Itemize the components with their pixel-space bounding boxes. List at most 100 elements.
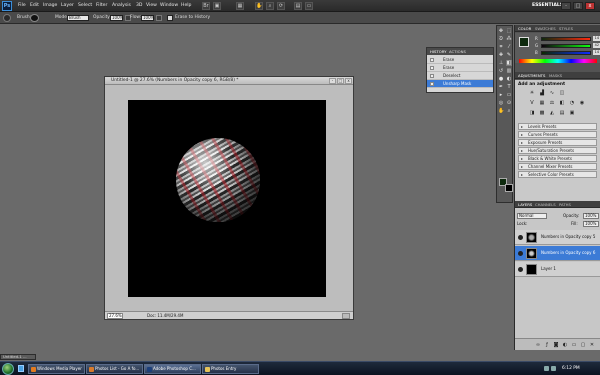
pen-tool-icon[interactable]: ✒ — [498, 84, 504, 90]
black-white-icon[interactable]: ◧ — [559, 100, 565, 106]
menu-select[interactable]: Select — [78, 2, 92, 10]
tab-styles[interactable]: STYLES — [559, 26, 573, 32]
new-group-icon[interactable]: ▭ — [571, 342, 577, 348]
history-brush-tool-icon[interactable]: ↺ — [498, 68, 504, 74]
hue-saturation-icon[interactable]: ▦ — [539, 100, 545, 106]
curves-presets[interactable]: ▸ Curves Presets — [518, 131, 597, 138]
doc-close-button[interactable]: x — [345, 78, 352, 84]
tab-paths[interactable]: PATHS — [559, 202, 571, 208]
trash-icon[interactable]: ✕ — [589, 342, 595, 348]
color-panel-fg-swatch[interactable] — [519, 37, 529, 47]
tray-network-icon[interactable] — [544, 366, 549, 371]
status-arrow-icon[interactable] — [342, 313, 350, 319]
brush-preset-picker[interactable] — [30, 14, 39, 22]
lasso-tool-icon[interactable]: ᘐ — [498, 36, 504, 42]
menu-file[interactable]: File — [18, 2, 26, 10]
curves-icon[interactable]: ∿ — [549, 90, 555, 96]
flow-field[interactable]: 100% — [141, 15, 154, 21]
blur-tool-icon[interactable]: ● — [498, 76, 504, 82]
tab-masks[interactable]: MASKS — [549, 73, 562, 79]
history-row[interactable]: Erase — [427, 56, 493, 64]
green-slider[interactable] — [541, 44, 591, 48]
tab-swatches[interactable]: SWATCHES — [535, 26, 556, 32]
crop-tool-icon[interactable]: ⌗ — [498, 44, 504, 50]
tab-layers[interactable]: LAYERS — [518, 202, 532, 208]
history-brush-source-icon[interactable] — [430, 58, 434, 62]
background-color-swatch[interactable] — [505, 184, 513, 192]
menu-window[interactable]: Window — [160, 2, 178, 10]
screen-mode-icon[interactable]: ▭ — [305, 2, 313, 10]
arrange-documents-icon[interactable]: ▤ — [294, 2, 302, 10]
marquee-tool-icon[interactable]: ⬚ — [506, 28, 512, 34]
menu-analysis[interactable]: Analysis — [112, 2, 131, 10]
vibrance-icon[interactable]: V — [529, 100, 535, 106]
tab-adjustments[interactable]: ADJUSTMENTS — [518, 73, 545, 79]
selective-color-icon[interactable]: ▣ — [569, 110, 575, 116]
canvas[interactable] — [128, 100, 326, 297]
add-mask-icon[interactable]: ◙ — [553, 342, 559, 348]
move-tool-icon[interactable]: ✥ — [498, 28, 504, 34]
exposure-presets[interactable]: ▸ Exposure Presets — [518, 139, 597, 146]
menu-filter[interactable]: Filter — [96, 2, 107, 10]
opacity-field[interactable]: 100% — [110, 15, 123, 21]
close-button[interactable]: x — [585, 2, 595, 10]
exposure-icon[interactable]: ◫ — [559, 90, 565, 96]
posterize-icon[interactable]: ▩ — [539, 110, 545, 116]
new-layer-icon[interactable]: ▢ — [580, 342, 586, 348]
3d-orbit-tool-icon[interactable]: ⊙ — [506, 100, 512, 106]
menu-edit[interactable]: Edit — [30, 2, 39, 10]
zoom-icon[interactable]: ⌕ — [266, 2, 274, 10]
red-value[interactable]: 14 — [593, 36, 600, 41]
red-slider[interactable] — [541, 37, 591, 41]
task-media-player[interactable]: Windows Media Player — [28, 364, 85, 374]
hue-saturation-presets[interactable]: ▸ Hue/Saturation Presets — [518, 147, 597, 154]
start-button[interactable] — [2, 363, 14, 375]
erase-to-history-checkbox[interactable] — [167, 15, 173, 21]
menu-image[interactable]: Image — [43, 2, 57, 10]
tab-color[interactable]: COLOR — [518, 26, 531, 32]
brightness-contrast-icon[interactable]: ☀ — [529, 90, 535, 96]
task-browser[interactable]: Photos List - Go A fo... — [86, 364, 143, 374]
history-brush-source-icon[interactable] — [430, 74, 434, 78]
task-photos-entry[interactable]: Photos Entry — [202, 364, 259, 374]
eraser-tool-icon[interactable]: ◧ — [506, 60, 512, 66]
menu-help[interactable]: Help — [181, 2, 191, 10]
hand-icon[interactable]: ✋ — [255, 2, 263, 10]
eyedropper-tool-icon[interactable]: ⁄ — [506, 44, 512, 50]
document-size-info[interactable]: Doc: 11.4M/29.4M — [147, 313, 183, 319]
zoom-field[interactable]: 27.6% — [107, 313, 123, 319]
zoom-tool-icon[interactable]: ⌕ — [506, 108, 512, 114]
invert-icon[interactable]: ◨ — [529, 110, 535, 116]
minimize-button[interactable]: - — [561, 2, 571, 10]
doc-minimize-button[interactable]: - — [329, 78, 336, 84]
clone-stamp-tool-icon[interactable]: ⊥ — [498, 60, 504, 66]
blue-slider[interactable] — [541, 51, 591, 55]
levels-presets[interactable]: ▸ Levels Presets — [518, 123, 597, 130]
brush-tool-icon[interactable]: ✎ — [506, 52, 512, 58]
history-row[interactable]: Deselect — [427, 72, 493, 80]
new-adjustment-layer-icon[interactable]: ◐ — [562, 342, 568, 348]
fill-field[interactable]: 100% — [583, 221, 599, 227]
mode-select[interactable]: Brush — [67, 15, 89, 21]
visibility-eye-icon[interactable] — [518, 267, 523, 272]
color-spectrum-bar[interactable] — [519, 59, 597, 63]
3d-rotate-tool-icon[interactable]: ◎ — [498, 100, 504, 106]
threshold-icon[interactable]: ◭ — [549, 110, 555, 116]
selective-color-presets[interactable]: ▸ Selective Color Presets — [518, 171, 597, 178]
eraser-tool-icon[interactable] — [3, 14, 11, 22]
history-row-selected[interactable]: Unsharp Mask — [427, 80, 493, 88]
shape-tool-icon[interactable]: ▭ — [506, 92, 512, 98]
doc-maximize-button[interactable]: □ — [337, 78, 344, 84]
photo-filter-icon[interactable]: ◔ — [569, 100, 575, 106]
type-tool-icon[interactable]: T — [506, 84, 512, 90]
tab-actions[interactable]: ACTIONS — [449, 49, 466, 55]
history-brush-source-icon[interactable] — [430, 66, 434, 70]
visibility-eye-icon[interactable] — [518, 235, 523, 240]
blend-mode-select[interactable]: Normal — [517, 213, 547, 219]
gradient-tool-icon[interactable]: ▥ — [506, 68, 512, 74]
menu-layer[interactable]: Layer — [61, 2, 74, 10]
channel-mixer-presets[interactable]: ▸ Channel Mixer Presets — [518, 163, 597, 170]
maximize-button[interactable]: □ — [573, 2, 583, 10]
task-photoshop[interactable]: Adobe Photoshop C... — [144, 364, 201, 374]
hand-tool-icon[interactable]: ✋ — [498, 108, 504, 114]
